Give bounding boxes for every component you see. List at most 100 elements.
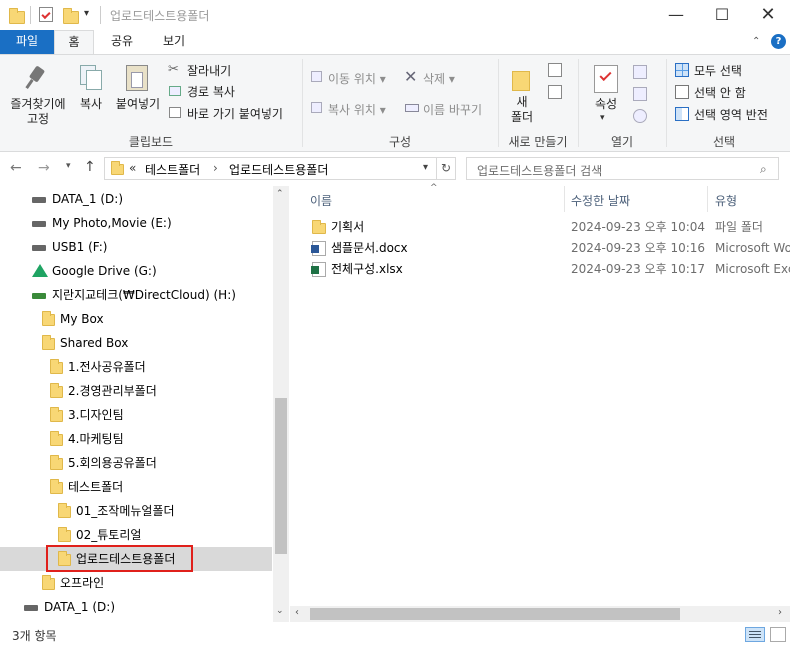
search-input[interactable]: 업로드테스트용폴더 검색 ⌕ xyxy=(466,157,779,180)
item-count: 3개 항목 xyxy=(12,629,57,643)
drive-icon xyxy=(32,197,46,203)
open-group-label: 열기 xyxy=(610,135,634,149)
folder-icon xyxy=(42,335,55,350)
chevron-down-icon[interactable]: ▾ xyxy=(423,162,428,173)
nav-item-label: 테스트폴더 xyxy=(68,480,124,494)
tab-view[interactable]: 보기 xyxy=(152,30,196,54)
nav-item-label: 3.디자인팀 xyxy=(68,408,124,422)
search-icon[interactable]: ⌕ xyxy=(760,162,767,177)
breadcrumb-separator[interactable]: › xyxy=(213,161,218,175)
file-list-scrollbar-thumb[interactable] xyxy=(310,608,680,620)
excel-icon xyxy=(311,262,326,277)
nav-item-label: 02_튜토리얼 xyxy=(76,528,142,542)
file-name: 전체구성.xlsx xyxy=(331,262,403,276)
delete-button[interactable]: 삭제 ▾ xyxy=(423,70,455,87)
ribbon-tabs: 파일 홈 공유 보기 ⌃ ? xyxy=(0,30,790,55)
column-header-type[interactable]: 유형 xyxy=(715,192,737,209)
select-all-icon xyxy=(675,63,689,77)
copy-to-button[interactable]: 복사 위치 ▾ xyxy=(328,101,386,118)
details-view-icon[interactable] xyxy=(745,627,765,642)
highlight-box xyxy=(46,545,193,572)
scroll-down-icon[interactable]: ⌄ xyxy=(276,606,284,616)
copy-to-icon xyxy=(311,102,322,113)
column-header-name[interactable]: 이름 xyxy=(310,192,332,209)
edit-icon[interactable] xyxy=(633,87,647,101)
nav-item-label: My Box xyxy=(60,312,104,326)
invert-selection-icon xyxy=(675,107,689,121)
scroll-left-icon[interactable]: ‹ xyxy=(295,607,299,618)
drive-icon xyxy=(32,245,46,251)
back-arrow-icon[interactable]: ← xyxy=(10,160,22,176)
maximize-button[interactable]: ☐ xyxy=(699,0,745,30)
nav-item-label: 5.회의용공유폴더 xyxy=(68,456,157,470)
file-row[interactable]: 기획서 2024-09-23 오후 10:04 파일 폴더 xyxy=(290,217,790,238)
move-to-icon xyxy=(311,71,322,82)
scroll-right-icon[interactable]: › xyxy=(778,607,782,618)
folder-icon xyxy=(50,359,63,374)
move-to-button[interactable]: 이동 위치 ▾ xyxy=(328,70,386,87)
file-row[interactable]: 전체구성.xlsx 2024-09-23 오후 10:17 Microsoft Ex… xyxy=(290,259,790,280)
column-header-modified[interactable]: 수정한 날짜 xyxy=(571,192,630,209)
refresh-button[interactable]: ↻ xyxy=(436,157,456,180)
pin-icon xyxy=(24,65,48,91)
nav-item-label: Shared Box xyxy=(60,336,129,350)
nav-item-label: DATA_1 (D:) xyxy=(44,600,116,614)
paste-shortcut-button[interactable]: 바로 가기 붙여넣기 xyxy=(187,105,283,122)
new-folder-button[interactable]: 새 폴더 xyxy=(504,95,540,125)
forward-arrow-icon[interactable]: → xyxy=(38,160,50,176)
file-type: 파일 폴더 xyxy=(715,220,763,234)
help-icon[interactable]: ? xyxy=(771,34,786,49)
file-row[interactable]: 샘플문서.docx 2024-09-23 오후 10:16 Microsoft Wo… xyxy=(290,238,790,259)
up-arrow-icon[interactable]: ↑ xyxy=(84,159,96,175)
large-icons-view-icon[interactable] xyxy=(770,627,786,642)
folder-icon xyxy=(50,431,63,446)
chevron-down-icon[interactable]: ▾ xyxy=(84,8,89,19)
invert-selection-button[interactable]: 선택 영역 반전 xyxy=(694,106,768,123)
address-bar[interactable]: « 테스트폴더 › 업로드테스트용폴더 ▾ xyxy=(104,157,437,180)
ribbon: 즐겨찾기에 고정 복사 붙여넣기 ✂ 잘라내기 경로 복사 바로 가기 붙여넣기… xyxy=(0,54,790,152)
paste-shortcut-icon xyxy=(169,107,181,118)
file-name: 기획서 xyxy=(331,220,365,234)
rename-button[interactable]: 이름 바꾸기 xyxy=(423,101,482,118)
chevron-down-icon[interactable]: ▾ xyxy=(600,113,605,123)
folder-icon xyxy=(42,575,55,590)
tab-share[interactable]: 공유 xyxy=(100,30,144,54)
copy-path-button[interactable]: 경로 복사 xyxy=(187,83,235,100)
select-all-button[interactable]: 모두 선택 xyxy=(694,62,742,79)
select-group-label: 선택 xyxy=(712,135,736,149)
properties-quick-icon[interactable] xyxy=(39,7,53,22)
breadcrumb-overflow[interactable]: « xyxy=(129,161,136,175)
file-name: 샘플문서.docx xyxy=(331,241,408,255)
history-icon[interactable] xyxy=(633,109,647,123)
breadcrumb-item[interactable]: 테스트폴더 xyxy=(145,161,200,178)
new-folder-quick-icon[interactable] xyxy=(63,8,79,24)
copy-button[interactable]: 복사 xyxy=(72,97,110,112)
breadcrumb-item[interactable]: 업로드테스트용폴더 xyxy=(229,161,328,178)
nav-item-label: 지란지교테크(₩DirectCloud) (H:) xyxy=(52,288,236,302)
file-list: ^ 이름 수정한 날짜 유형 기획서 2024-09-23 오후 10:04 파일 … xyxy=(290,183,790,622)
drive-icon xyxy=(24,605,38,611)
folder-icon xyxy=(50,383,63,398)
close-button[interactable]: ✕ xyxy=(745,0,790,30)
paste-button[interactable]: 붙여넣기 xyxy=(110,97,166,112)
organize-group-label: 구성 xyxy=(388,135,412,149)
select-none-button[interactable]: 선택 안 함 xyxy=(694,84,746,101)
pin-to-quick-access-button[interactable]: 즐겨찾기에 고정 xyxy=(4,97,72,127)
properties-button[interactable]: 속성 xyxy=(586,97,626,112)
cut-button[interactable]: 잘라내기 xyxy=(187,62,231,79)
network-drive-icon xyxy=(32,293,46,299)
paste-icon xyxy=(126,65,148,91)
easy-access-icon[interactable] xyxy=(548,85,562,99)
tab-home[interactable]: 홈 xyxy=(54,30,94,55)
properties-icon xyxy=(594,65,618,93)
minimize-button[interactable]: — xyxy=(653,0,699,30)
folder-icon xyxy=(9,8,25,24)
nav-scrollbar-thumb[interactable] xyxy=(275,398,287,554)
recent-locations-chevron-icon[interactable]: ▾ xyxy=(66,161,71,171)
tab-file[interactable]: 파일 xyxy=(0,30,54,54)
new-item-icon[interactable] xyxy=(548,63,562,77)
folder-icon xyxy=(50,407,63,422)
scroll-up-icon[interactable]: ⌃ xyxy=(276,189,284,199)
ribbon-collapse-icon[interactable]: ⌃ xyxy=(752,36,760,47)
open-icon[interactable] xyxy=(633,65,647,79)
